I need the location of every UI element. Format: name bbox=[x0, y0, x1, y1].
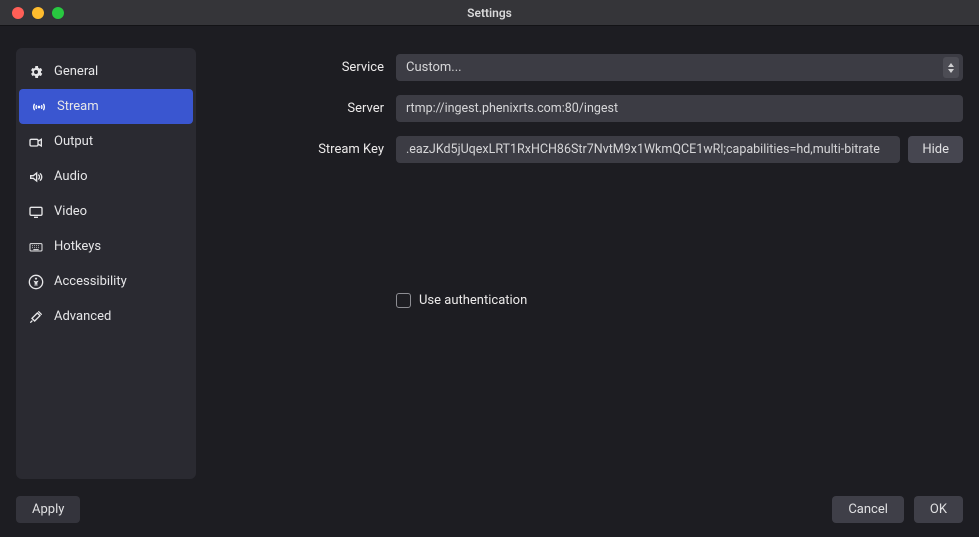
sidebar: General Stream Output Audio Video bbox=[16, 48, 196, 479]
server-input[interactable] bbox=[396, 95, 963, 122]
window-controls bbox=[0, 7, 64, 19]
dialog-footer: Apply Cancel OK bbox=[16, 496, 963, 523]
sidebar-item-video[interactable]: Video bbox=[16, 194, 196, 229]
use-authentication-label: Use authentication bbox=[419, 293, 527, 308]
ok-button[interactable]: OK bbox=[914, 496, 963, 523]
sidebar-item-label: Accessibility bbox=[54, 274, 127, 289]
stream-key-label: Stream Key bbox=[210, 142, 396, 157]
window-title: Settings bbox=[0, 6, 979, 20]
sidebar-item-label: Stream bbox=[57, 99, 99, 114]
minimize-icon[interactable] bbox=[32, 7, 44, 19]
sidebar-item-label: Advanced bbox=[54, 309, 111, 324]
service-select[interactable]: Custom... bbox=[396, 54, 963, 81]
sidebar-item-label: Audio bbox=[54, 169, 87, 184]
select-stepper-icon[interactable] bbox=[943, 57, 959, 78]
close-icon[interactable] bbox=[12, 7, 24, 19]
sidebar-item-label: Video bbox=[54, 204, 87, 219]
gear-icon bbox=[28, 64, 44, 80]
server-label: Server bbox=[210, 101, 396, 116]
sidebar-item-stream[interactable]: Stream bbox=[19, 89, 193, 124]
sidebar-item-label: Hotkeys bbox=[54, 239, 101, 254]
sidebar-item-general[interactable]: General bbox=[16, 54, 196, 89]
keyboard-icon bbox=[28, 239, 44, 255]
titlebar: Settings bbox=[0, 0, 979, 26]
hide-button[interactable]: Hide bbox=[908, 136, 963, 163]
broadcast-icon bbox=[31, 99, 47, 115]
tools-icon bbox=[28, 309, 44, 325]
stream-key-input[interactable] bbox=[396, 136, 900, 163]
camera-icon bbox=[28, 134, 44, 150]
audio-icon bbox=[28, 169, 44, 185]
maximize-icon[interactable] bbox=[52, 7, 64, 19]
sidebar-item-audio[interactable]: Audio bbox=[16, 159, 196, 194]
sidebar-item-accessibility[interactable]: Accessibility bbox=[16, 264, 196, 299]
cancel-button[interactable]: Cancel bbox=[832, 496, 904, 523]
settings-panel-stream: Service Custom... Server Stream Key bbox=[210, 48, 963, 479]
sidebar-item-advanced[interactable]: Advanced bbox=[16, 299, 196, 334]
service-selected-value: Custom... bbox=[406, 60, 462, 75]
sidebar-item-hotkeys[interactable]: Hotkeys bbox=[16, 229, 196, 264]
sidebar-item-label: General bbox=[54, 64, 98, 79]
monitor-icon bbox=[28, 204, 44, 220]
service-label: Service bbox=[210, 60, 396, 75]
accessibility-icon bbox=[28, 274, 44, 290]
use-authentication-checkbox[interactable] bbox=[396, 293, 411, 308]
sidebar-item-output[interactable]: Output bbox=[16, 124, 196, 159]
sidebar-item-label: Output bbox=[54, 134, 93, 149]
apply-button[interactable]: Apply bbox=[16, 496, 80, 523]
